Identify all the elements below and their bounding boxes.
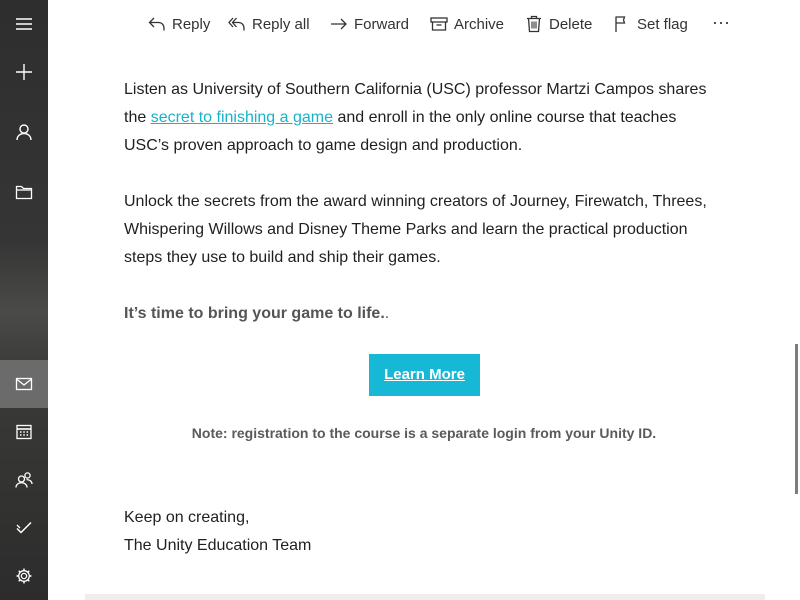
folder-icon (15, 185, 33, 200)
emphasis-text: It’s time to bring your game to life. (124, 305, 385, 322)
learn-more-button[interactable]: Learn More (369, 354, 480, 396)
reply-icon (148, 17, 165, 31)
signature-block: Keep on creating, The Unity Education Te… (124, 504, 311, 560)
cta-container: Learn More (369, 354, 480, 396)
reply-all-label: Reply all (252, 15, 310, 33)
message-body: Listen as University of Southern Califor… (124, 76, 724, 328)
set-flag-label: Set flag (637, 15, 688, 33)
emphasis-trailing-period: . (384, 305, 390, 322)
call-to-action-heading: It’s time to bring your game to life.. (124, 300, 724, 328)
trash-icon (527, 15, 541, 33)
reply-button[interactable]: Reply (148, 12, 210, 36)
creators-paragraph: Unlock the secrets from the award winnin… (124, 193, 707, 266)
signature-name: The Unity Education Team (124, 537, 312, 554)
set-flag-button[interactable]: Set flag (613, 12, 688, 36)
mail-icon (15, 377, 33, 391)
archive-box-icon (430, 17, 448, 31)
folders-button[interactable] (0, 168, 48, 216)
settings-button[interactable] (0, 552, 48, 600)
delete-label: Delete (549, 15, 593, 33)
message-toolbar: Reply Reply all Forward Archive Delete S… (48, 0, 800, 48)
course-link[interactable]: secret to finishing a game (151, 109, 333, 126)
forward-arrow-icon (331, 18, 347, 30)
person-icon (16, 124, 32, 141)
new-mail-plus-icon (16, 64, 32, 80)
delete-button[interactable]: Delete (525, 12, 592, 36)
people-icon (15, 472, 33, 488)
hamburger-menu-icon (16, 18, 32, 30)
archive-button[interactable]: Archive (430, 12, 504, 36)
reply-label: Reply (172, 15, 211, 33)
signoff-line: Keep on creating, (124, 509, 250, 526)
people-button[interactable] (0, 456, 48, 504)
new-mail-button[interactable] (0, 48, 48, 96)
accounts-button[interactable] (0, 108, 48, 156)
more-ellipsis-icon: ··· (712, 11, 730, 32)
archive-label: Archive (454, 15, 505, 33)
forward-label: Forward (354, 15, 410, 33)
flag-icon (615, 16, 626, 32)
intro-paragraph: Listen as University of Southern Califor… (124, 76, 724, 160)
todo-button[interactable] (0, 504, 48, 552)
more-actions-button[interactable]: ··· (712, 10, 730, 34)
gear-icon (16, 568, 32, 584)
registration-note: Note: registration to the course is a se… (191, 425, 657, 441)
calendar-icon (16, 424, 32, 440)
mail-button[interactable] (0, 360, 48, 408)
forward-button[interactable]: Forward (330, 12, 409, 36)
vertical-scrollbar[interactable] (795, 344, 798, 494)
reply-all-button[interactable]: Reply all (228, 12, 310, 36)
todo-check-icon (16, 521, 32, 534)
reply-all-icon (228, 17, 245, 31)
message-footer-edge (85, 594, 765, 600)
navigation-rail (0, 0, 48, 600)
calendar-button[interactable] (0, 408, 48, 456)
hamburger-menu-button[interactable] (0, 0, 48, 48)
